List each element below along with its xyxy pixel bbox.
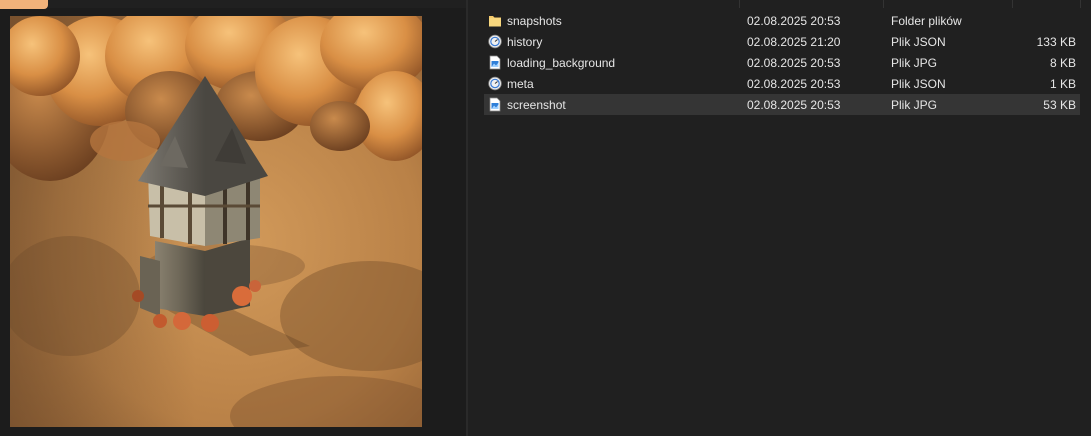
column-separator[interactable] bbox=[883, 0, 884, 8]
jpg-file-icon bbox=[488, 97, 502, 112]
file-row-loading-background[interactable]: loading_background 02.08.2025 20:53 Plik… bbox=[484, 52, 1080, 73]
file-size: 133 KB bbox=[1036, 35, 1076, 49]
file-name: snapshots bbox=[507, 14, 562, 28]
file-name: screenshot bbox=[507, 98, 566, 112]
file-list: snapshots 02.08.2025 20:53 Folder plików… bbox=[468, 0, 1091, 436]
file-type: Plik JPG bbox=[891, 98, 938, 112]
column-separator[interactable] bbox=[1012, 0, 1013, 8]
file-modified: 02.08.2025 20:53 bbox=[747, 98, 841, 112]
file-type: Plik JSON bbox=[891, 77, 946, 91]
folder-icon bbox=[488, 13, 502, 28]
column-separator[interactable] bbox=[1080, 0, 1081, 8]
file-row-meta[interactable]: meta 02.08.2025 20:53 Plik JSON 1 KB bbox=[484, 73, 1080, 94]
file-modified: 02.08.2025 20:53 bbox=[747, 56, 841, 70]
file-modified: 02.08.2025 20:53 bbox=[747, 14, 841, 28]
accent-tab[interactable] bbox=[0, 0, 48, 9]
jpg-file-icon bbox=[488, 55, 502, 70]
file-modified: 02.08.2025 21:20 bbox=[747, 35, 841, 49]
file-modified: 02.08.2025 20:53 bbox=[747, 77, 841, 91]
file-row-history[interactable]: history 02.08.2025 21:20 Plik JSON 133 K… bbox=[484, 31, 1080, 52]
file-size: 1 KB bbox=[1049, 77, 1076, 91]
file-type: Plik JSON bbox=[891, 35, 946, 49]
preview-top-strip bbox=[0, 0, 466, 8]
file-name: meta bbox=[507, 77, 534, 91]
preview-image bbox=[10, 16, 422, 427]
file-size: 8 KB bbox=[1049, 56, 1076, 70]
file-row-snapshots[interactable]: snapshots 02.08.2025 20:53 Folder plików bbox=[484, 10, 1080, 31]
file-type: Folder plików bbox=[891, 14, 962, 28]
json-file-icon bbox=[488, 34, 502, 49]
explorer-window: snapshots 02.08.2025 20:53 Folder plików… bbox=[0, 0, 1091, 436]
file-name: loading_background bbox=[507, 56, 616, 70]
json-file-icon bbox=[488, 76, 502, 91]
file-size: 53 KB bbox=[1043, 98, 1076, 112]
file-row-screenshot[interactable]: screenshot 02.08.2025 20:53 Plik JPG 53 … bbox=[484, 94, 1080, 115]
file-name: history bbox=[507, 35, 543, 49]
column-separator[interactable] bbox=[739, 0, 740, 8]
file-type: Plik JPG bbox=[891, 56, 938, 70]
preview-pane bbox=[0, 0, 466, 436]
